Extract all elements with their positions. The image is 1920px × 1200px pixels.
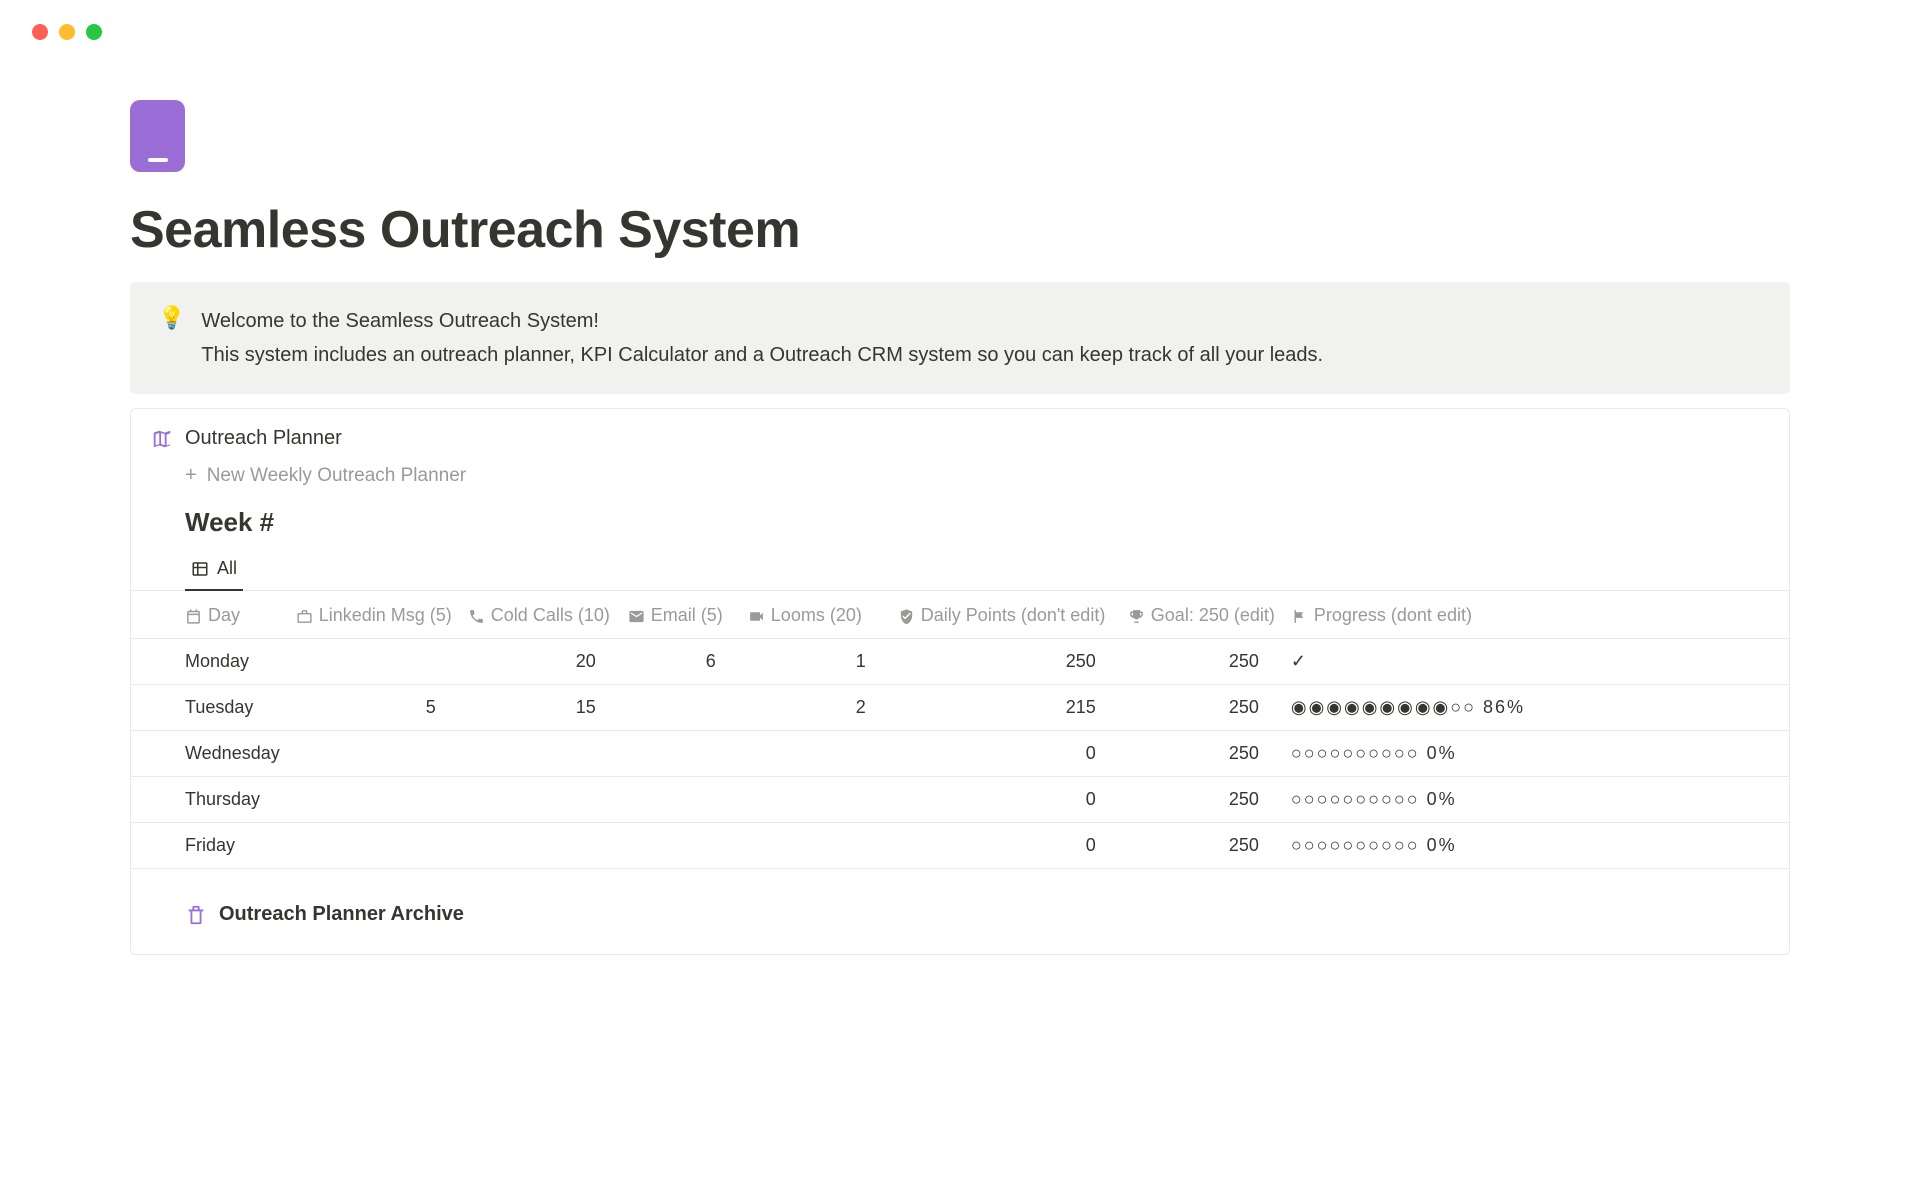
cell-points[interactable]: 250 — [890, 639, 1120, 685]
cell-looms[interactable] — [740, 777, 890, 823]
planner-header[interactable]: Outreach Planner — [131, 427, 1789, 450]
outreach-planner-card: Outreach Planner + New Weekly Outreach P… — [130, 408, 1790, 955]
cell-looms[interactable]: 2 — [740, 685, 890, 731]
cell-email[interactable] — [620, 823, 740, 869]
archive-label: Outreach Planner Archive — [219, 903, 464, 926]
callout-line-2: This system includes an outreach planner… — [201, 338, 1323, 372]
cell-linkedin[interactable] — [288, 639, 460, 685]
page-icon[interactable] — [130, 100, 185, 172]
table-row[interactable]: Friday 0250○○○○○○○○○○ 0% — [131, 823, 1789, 869]
col-email[interactable]: Email (5) — [620, 591, 740, 639]
video-icon — [748, 608, 765, 625]
col-day[interactable]: Day — [131, 591, 288, 639]
cell-points[interactable]: 215 — [890, 685, 1120, 731]
cell-linkedin[interactable] — [288, 731, 460, 777]
cell-day[interactable]: Thursday — [131, 777, 288, 823]
view-tabs: All — [131, 542, 1789, 591]
cell-day[interactable]: Wednesday — [131, 731, 288, 777]
table-row[interactable]: Tuesday515 2215250◉◉◉◉◉◉◉◉◉○○ 86% — [131, 685, 1789, 731]
week-heading[interactable]: Week # — [131, 493, 1789, 542]
cell-email[interactable] — [620, 731, 740, 777]
cell-progress[interactable]: ○○○○○○○○○○ 0% — [1283, 777, 1789, 823]
window-controls — [0, 0, 1920, 40]
minimize-window-button[interactable] — [59, 24, 75, 40]
col-goal[interactable]: Goal: 250 (edit) — [1120, 591, 1283, 639]
cell-cold[interactable] — [460, 777, 620, 823]
outreach-archive-link[interactable]: Outreach Planner Archive — [131, 869, 1789, 926]
view-tab-all[interactable]: All — [185, 552, 243, 591]
envelope-icon — [628, 608, 645, 625]
plus-icon: + — [185, 464, 197, 487]
trophy-icon — [1128, 608, 1145, 625]
cell-looms[interactable] — [740, 731, 890, 777]
cell-goal[interactable]: 250 — [1120, 685, 1283, 731]
cell-points[interactable]: 0 — [890, 731, 1120, 777]
cell-goal[interactable]: 250 — [1120, 777, 1283, 823]
callout-text: Welcome to the Seamless Outreach System!… — [201, 304, 1323, 372]
view-tab-label: All — [217, 558, 237, 579]
col-daily-points[interactable]: Daily Points (don't edit) — [890, 591, 1120, 639]
cell-looms[interactable]: 1 — [740, 639, 890, 685]
table-row[interactable]: Thursday 0250○○○○○○○○○○ 0% — [131, 777, 1789, 823]
cell-progress[interactable]: ✓ — [1283, 639, 1789, 685]
cell-points[interactable]: 0 — [890, 777, 1120, 823]
planner-title: Outreach Planner — [185, 427, 342, 450]
col-linkedin[interactable]: Linkedin Msg (5) — [288, 591, 460, 639]
cell-progress[interactable]: ○○○○○○○○○○ 0% — [1283, 731, 1789, 777]
planner-table: Day Linkedin Msg (5) Cold Calls (10) Ema… — [131, 591, 1789, 869]
close-window-button[interactable] — [32, 24, 48, 40]
calendar-icon — [185, 608, 202, 625]
map-icon — [151, 428, 173, 450]
cell-cold[interactable] — [460, 823, 620, 869]
cell-looms[interactable] — [740, 823, 890, 869]
welcome-callout: 💡 Welcome to the Seamless Outreach Syste… — [130, 282, 1790, 394]
cell-progress[interactable]: ○○○○○○○○○○ 0% — [1283, 823, 1789, 869]
table-icon — [191, 560, 209, 578]
new-planner-label: New Weekly Outreach Planner — [207, 465, 466, 487]
cell-goal[interactable]: 250 — [1120, 731, 1283, 777]
col-progress[interactable]: Progress (dont edit) — [1283, 591, 1789, 639]
cell-day[interactable]: Friday — [131, 823, 288, 869]
flag-icon — [1291, 608, 1308, 625]
lightbulb-icon: 💡 — [158, 304, 185, 372]
cell-email[interactable]: 6 — [620, 639, 740, 685]
cell-cold[interactable]: 15 — [460, 685, 620, 731]
phone-icon — [468, 608, 485, 625]
cell-linkedin[interactable] — [288, 823, 460, 869]
new-weekly-planner-button[interactable]: + New Weekly Outreach Planner — [131, 458, 1789, 493]
callout-line-1: Welcome to the Seamless Outreach System! — [201, 304, 1323, 338]
col-cold-calls[interactable]: Cold Calls (10) — [460, 591, 620, 639]
maximize-window-button[interactable] — [86, 24, 102, 40]
cell-progress[interactable]: ◉◉◉◉◉◉◉◉◉○○ 86% — [1283, 685, 1789, 731]
cell-day[interactable]: Monday — [131, 639, 288, 685]
cell-email[interactable] — [620, 777, 740, 823]
col-looms[interactable]: Looms (20) — [740, 591, 890, 639]
cell-goal[interactable]: 250 — [1120, 639, 1283, 685]
cell-cold[interactable]: 20 — [460, 639, 620, 685]
table-row[interactable]: Monday2061250250✓ — [131, 639, 1789, 685]
table-row[interactable]: Wednesday 0250○○○○○○○○○○ 0% — [131, 731, 1789, 777]
cell-day[interactable]: Tuesday — [131, 685, 288, 731]
cell-goal[interactable]: 250 — [1120, 823, 1283, 869]
briefcase-icon — [296, 608, 313, 625]
cell-points[interactable]: 0 — [890, 823, 1120, 869]
page-title[interactable]: Seamless Outreach System — [130, 200, 1790, 260]
badge-icon — [898, 608, 915, 625]
cell-linkedin[interactable] — [288, 777, 460, 823]
archive-icon — [185, 904, 207, 926]
cell-email[interactable] — [620, 685, 740, 731]
cell-linkedin[interactable]: 5 — [288, 685, 460, 731]
cell-cold[interactable] — [460, 731, 620, 777]
